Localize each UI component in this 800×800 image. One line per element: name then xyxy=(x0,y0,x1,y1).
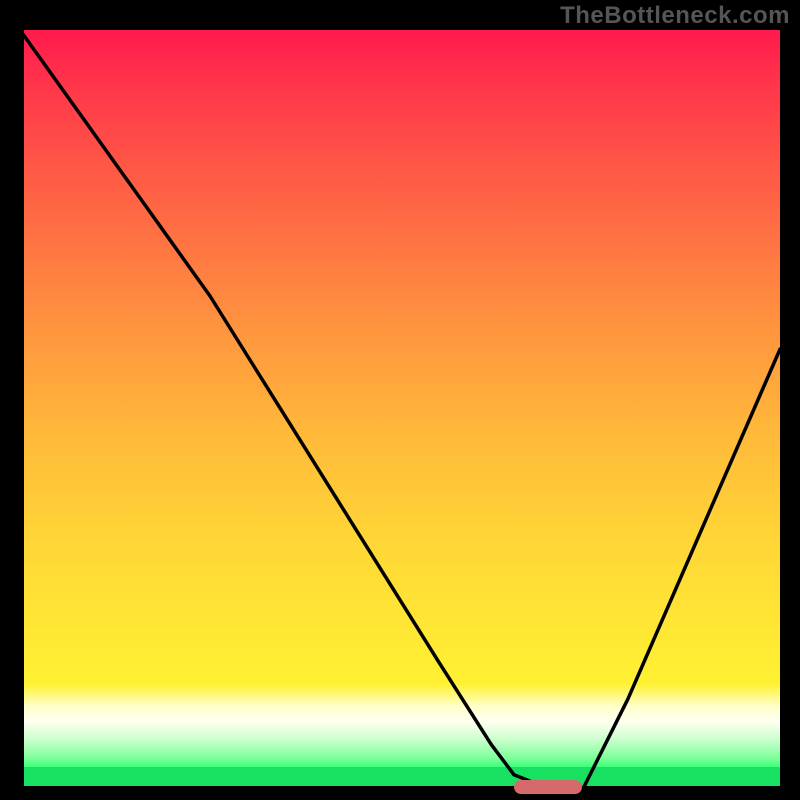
watermark-text: TheBottleneck.com xyxy=(560,2,790,30)
optimal-range-marker xyxy=(514,780,582,794)
bottleneck-curve-path xyxy=(20,30,780,790)
chart-container: TheBottleneck.com xyxy=(0,0,800,800)
curve-svg xyxy=(20,30,780,790)
